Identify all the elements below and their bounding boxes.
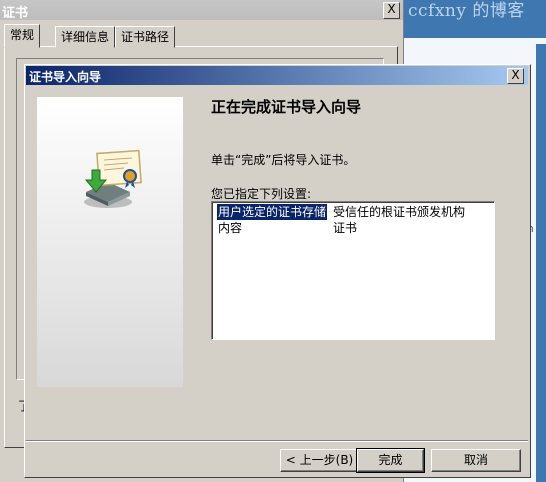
background-webpage-strip	[536, 44, 546, 482]
wizard-side-panel	[37, 97, 183, 387]
settings-row-store-value[interactable]: 受信任的根证书颁发机构	[333, 204, 465, 220]
certificate-dialog-titlebar[interactable]	[0, 0, 403, 20]
settings-row-content-value[interactable]: 证书	[333, 220, 357, 236]
tab-general[interactable]: 常规	[4, 24, 41, 48]
wizard-heading: 正在完成证书导入向导	[211, 98, 362, 116]
wizard-title: 证书导入向导	[29, 70, 102, 84]
cancel-button[interactable]: 取消	[431, 449, 521, 472]
background-blog-title: ccfxny 的博客	[408, 1, 525, 21]
wizard-description: 单击“完成”后将导入证书。	[211, 153, 356, 167]
wizard-close-button[interactable]: X	[507, 68, 524, 84]
settings-list[interactable]: 用户选定的证书存储 受信任的根证书颁发机构 内容 证书	[211, 201, 495, 340]
settings-row-store-name[interactable]: 用户选定的证书存储	[217, 204, 328, 220]
settings-label: 您已指定下列设置:	[211, 187, 312, 201]
button-separator	[26, 440, 528, 442]
certificate-dialog-title: 证书	[2, 6, 29, 21]
certificate-dialog-close-button[interactable]: X	[383, 2, 400, 19]
settings-row-content-name[interactable]: 内容	[218, 220, 242, 236]
wizard-titlebar[interactable]	[26, 66, 528, 85]
tab-details[interactable]: 详细信息	[55, 26, 116, 48]
tab-certification-path[interactable]: 证书路径	[115, 26, 176, 48]
back-button[interactable]: < 上一步(B)	[280, 449, 359, 472]
finish-button[interactable]: 完成	[356, 448, 425, 473]
certificate-install-icon	[84, 149, 142, 208]
